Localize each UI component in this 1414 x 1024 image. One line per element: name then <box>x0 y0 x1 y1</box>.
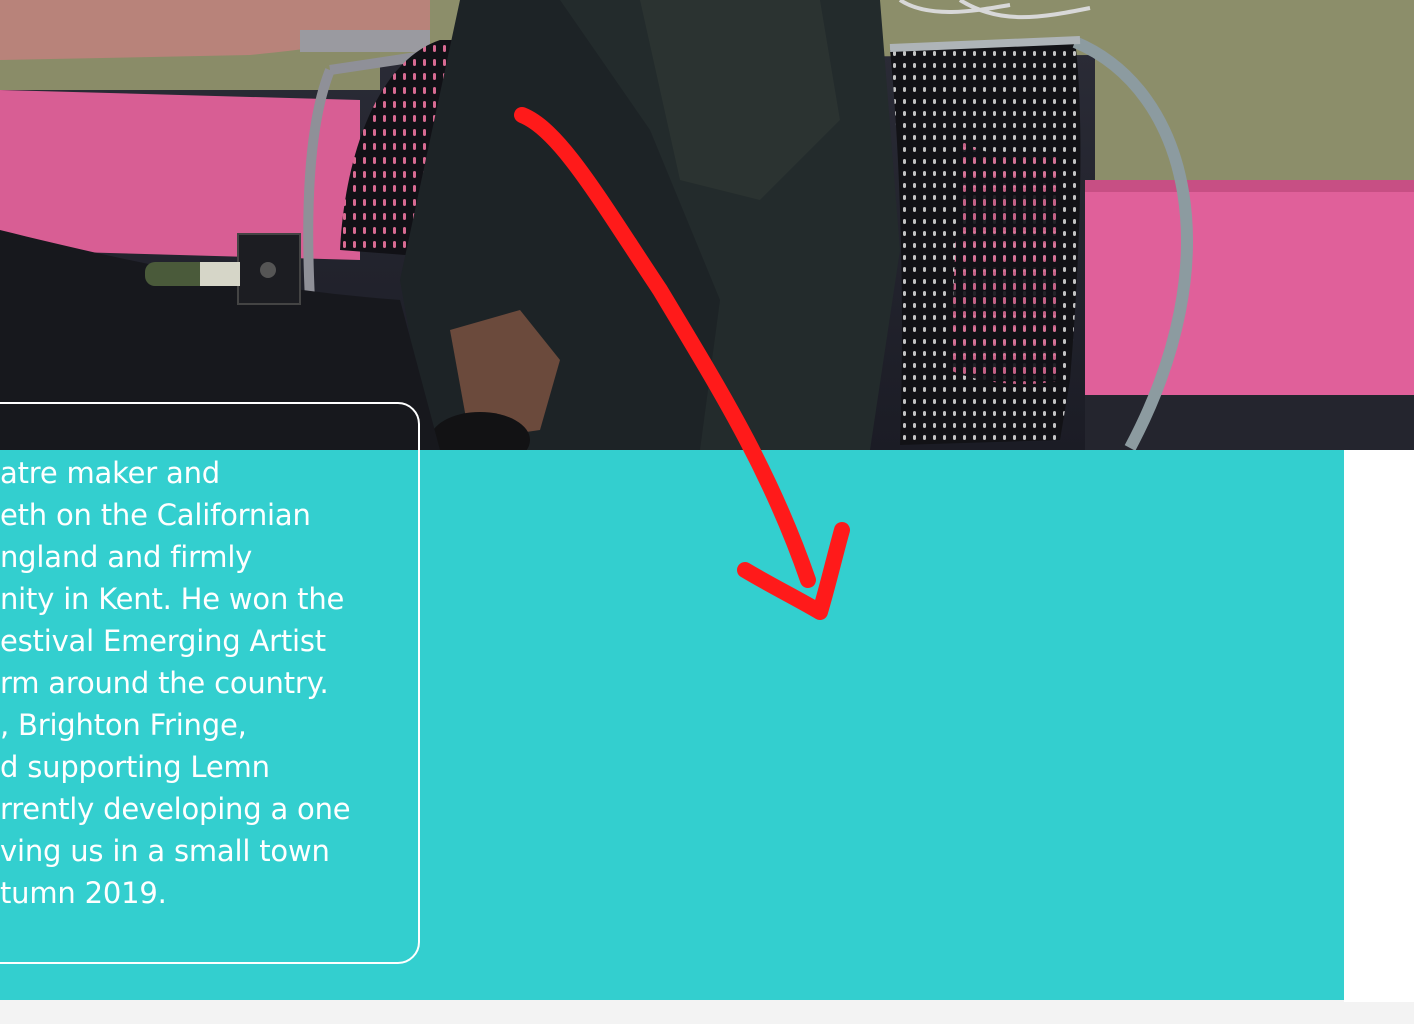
bio-line: d supporting Lemn <box>0 750 270 784</box>
bio-line: eth on the Californian <box>0 498 311 532</box>
performer-photo-icon <box>0 0 1414 450</box>
bio-line: ving us in a small town <box>0 834 330 868</box>
bio-line: rm around the country. <box>0 666 329 700</box>
bio-line: nity in Kent. He won the <box>0 582 345 616</box>
bio-line: rrently developing a one <box>0 792 351 826</box>
bio-line: , Brighton Fringe, <box>0 708 247 742</box>
bio-line: estival Emerging Artist <box>0 624 326 658</box>
hero-photo <box>0 0 1414 450</box>
page-margin <box>1344 450 1414 1002</box>
bio-line: ngland and firmly <box>0 540 253 574</box>
bio-text: atre maker and eth on the Californian ng… <box>0 452 420 914</box>
bio-line: tumn 2019. <box>0 876 167 910</box>
page: atre maker and eth on the Californian ng… <box>0 0 1414 1024</box>
bio-line: atre maker and <box>0 456 221 490</box>
